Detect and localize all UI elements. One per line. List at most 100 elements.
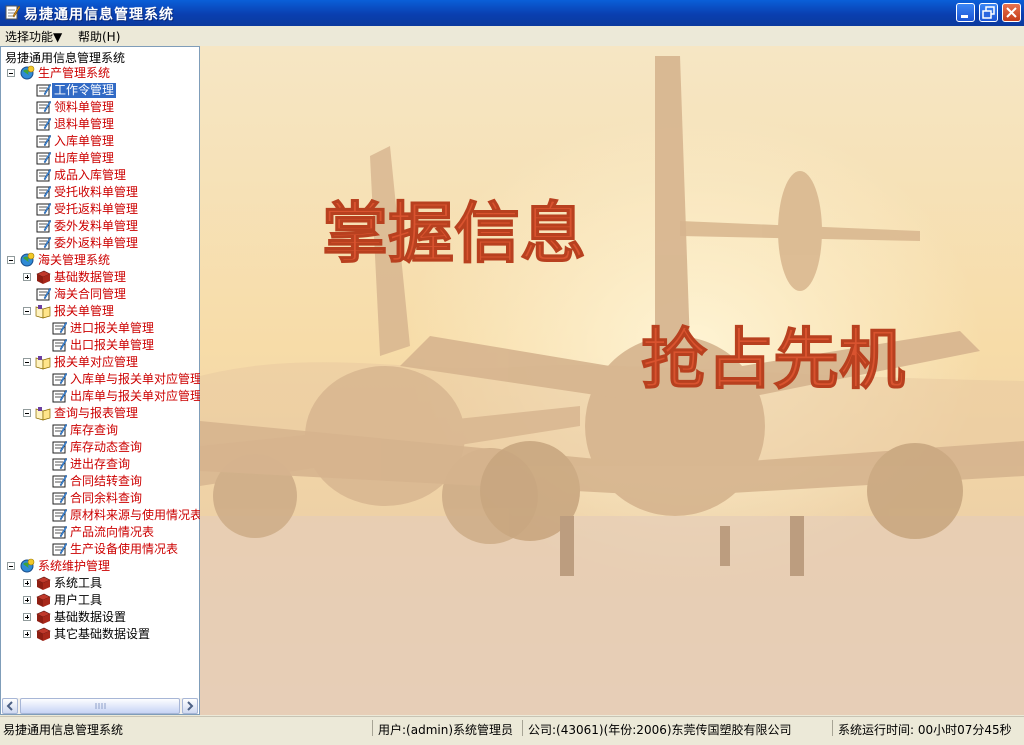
collapse-icon[interactable] bbox=[23, 358, 31, 366]
open-book-icon bbox=[35, 305, 51, 319]
menu-help[interactable]: 帮助(H) bbox=[78, 28, 120, 45]
form-icon bbox=[36, 185, 51, 199]
scroll-thumb[interactable] bbox=[20, 698, 180, 714]
close-icon bbox=[1006, 7, 1017, 18]
main-content: 掌握信息 抢占先机 bbox=[200, 46, 1024, 715]
tree-item-label: 进口报关单管理 bbox=[70, 321, 155, 335]
tree-item-label: 入库单管理 bbox=[54, 134, 115, 148]
form-icon bbox=[52, 542, 67, 556]
tree-item-label: 产品流向情况表 bbox=[70, 525, 155, 539]
status-bar: 易捷通用信息管理系统 用户:(admin)系统管理员 公司:(43061)(年份… bbox=[0, 716, 1024, 740]
menu-bar: 选择功能▼ 帮助(H) bbox=[0, 26, 1024, 46]
close-button[interactable] bbox=[1002, 3, 1021, 22]
collapse-icon[interactable] bbox=[7, 256, 15, 264]
grip-icon bbox=[95, 703, 106, 709]
open-book-icon bbox=[35, 356, 51, 370]
form-icon bbox=[52, 372, 67, 386]
menu-select-function[interactable]: 选择功能▼ bbox=[5, 28, 62, 45]
form-icon bbox=[36, 219, 51, 233]
tree-item-label: 系统工具 bbox=[54, 576, 103, 590]
tree-item-label: 委外返料单管理 bbox=[54, 236, 139, 250]
form-icon bbox=[52, 508, 67, 522]
scroll-left-button[interactable] bbox=[2, 698, 18, 714]
tree-item-label: 用户工具 bbox=[54, 593, 103, 607]
form-icon bbox=[52, 338, 67, 352]
window-title: 易捷通用信息管理系统 bbox=[24, 7, 174, 23]
form-icon bbox=[36, 236, 51, 250]
status-separator bbox=[372, 720, 373, 736]
tree-item-label: 原材料来源与使用情况表 bbox=[70, 508, 203, 522]
tree-item-label: 受托收料单管理 bbox=[54, 185, 139, 199]
form-icon bbox=[36, 151, 51, 165]
expand-icon[interactable] bbox=[23, 273, 31, 281]
tree-item-label: 海关合同管理 bbox=[54, 287, 127, 301]
form-icon bbox=[36, 117, 51, 131]
status-separator bbox=[832, 720, 833, 736]
tree-item-label: 库存查询 bbox=[70, 423, 119, 437]
form-icon bbox=[52, 440, 67, 454]
form-icon bbox=[36, 287, 51, 301]
form-icon bbox=[52, 423, 67, 437]
tree-item-label: 库存动态查询 bbox=[70, 440, 143, 454]
tree-item-label: 报关单管理 bbox=[54, 304, 115, 318]
collapse-icon[interactable] bbox=[7, 562, 15, 570]
tree-item-label: 退料单管理 bbox=[54, 117, 115, 131]
tree-item-label: 生产管理系统 bbox=[38, 66, 111, 80]
tree-item-label: 入库单与报关单对应管理 bbox=[70, 372, 203, 386]
tree-item-label: 其它基础数据设置 bbox=[54, 627, 151, 641]
tree-item-label: 合同结转查询 bbox=[70, 474, 143, 488]
status-user: 用户:(admin)系统管理员 bbox=[378, 723, 514, 737]
collapse-icon[interactable] bbox=[23, 409, 31, 417]
tree-item-label: 出库单与报关单对应管理 bbox=[70, 389, 203, 403]
form-icon bbox=[36, 134, 51, 148]
form-icon bbox=[52, 457, 67, 471]
globe-icon bbox=[20, 558, 35, 573]
expand-icon[interactable] bbox=[23, 579, 31, 587]
open-book-icon bbox=[35, 407, 51, 421]
restore-button[interactable] bbox=[979, 3, 998, 22]
status-app-name: 易捷通用信息管理系统 bbox=[3, 723, 124, 737]
book-icon bbox=[36, 593, 51, 607]
tree-item-label: 受托返料单管理 bbox=[54, 202, 139, 216]
tree-item-label: 委外发料单管理 bbox=[54, 219, 139, 233]
minimize-icon bbox=[961, 15, 968, 18]
form-icon bbox=[36, 100, 51, 114]
panel-title: 易捷通用信息管理系统 bbox=[5, 51, 126, 65]
expand-icon[interactable] bbox=[23, 596, 31, 604]
form-icon bbox=[52, 474, 67, 488]
arrow-right-icon bbox=[187, 701, 194, 711]
form-icon bbox=[36, 83, 51, 97]
title-bar[interactable]: 易捷通用信息管理系统 bbox=[0, 0, 1024, 26]
minimize-button[interactable] bbox=[956, 3, 975, 22]
tree-item-label: 合同余料查询 bbox=[70, 491, 143, 505]
form-icon bbox=[52, 389, 67, 403]
tree-item-label: 报关单对应管理 bbox=[54, 355, 139, 369]
scroll-right-button[interactable] bbox=[182, 698, 198, 714]
tree-item-label: 海关管理系统 bbox=[38, 253, 111, 267]
horizontal-scrollbar[interactable] bbox=[2, 698, 198, 714]
form-icon bbox=[52, 321, 67, 335]
book-icon bbox=[36, 627, 51, 641]
status-company: 公司:(43061)(年份:2006)东莞传国塑胶有限公司 bbox=[528, 723, 792, 737]
banner-line-2: 抢占先机 bbox=[641, 321, 905, 398]
expand-icon[interactable] bbox=[23, 630, 31, 638]
tree-item-label: 系统维护管理 bbox=[38, 559, 111, 573]
arrow-left-icon bbox=[6, 701, 13, 711]
tree-item-label: 基础数据管理 bbox=[54, 270, 127, 284]
status-separator bbox=[522, 720, 523, 736]
form-icon bbox=[52, 491, 67, 505]
app-icon bbox=[5, 5, 20, 20]
book-icon bbox=[36, 270, 51, 284]
tree-item-label: 成品入库管理 bbox=[54, 168, 127, 182]
globe-icon bbox=[20, 252, 35, 267]
collapse-icon[interactable] bbox=[23, 307, 31, 315]
tree-item-label: 生产设备使用情况表 bbox=[70, 542, 179, 556]
expand-icon[interactable] bbox=[23, 613, 31, 621]
collapse-icon[interactable] bbox=[7, 69, 15, 77]
navigation-panel: 易捷通用信息管理系统 生产管理系统 工作令管理 领料单管理 退料单管理 入库单管理 出库单… bbox=[0, 46, 202, 715]
globe-icon bbox=[20, 65, 35, 80]
airplane-background-image: 掌握信息 抢占先机 bbox=[200, 46, 1024, 715]
tree-item-label: 出口报关单管理 bbox=[70, 338, 155, 352]
tree-item-label: 领料单管理 bbox=[54, 100, 115, 114]
form-icon bbox=[52, 525, 67, 539]
